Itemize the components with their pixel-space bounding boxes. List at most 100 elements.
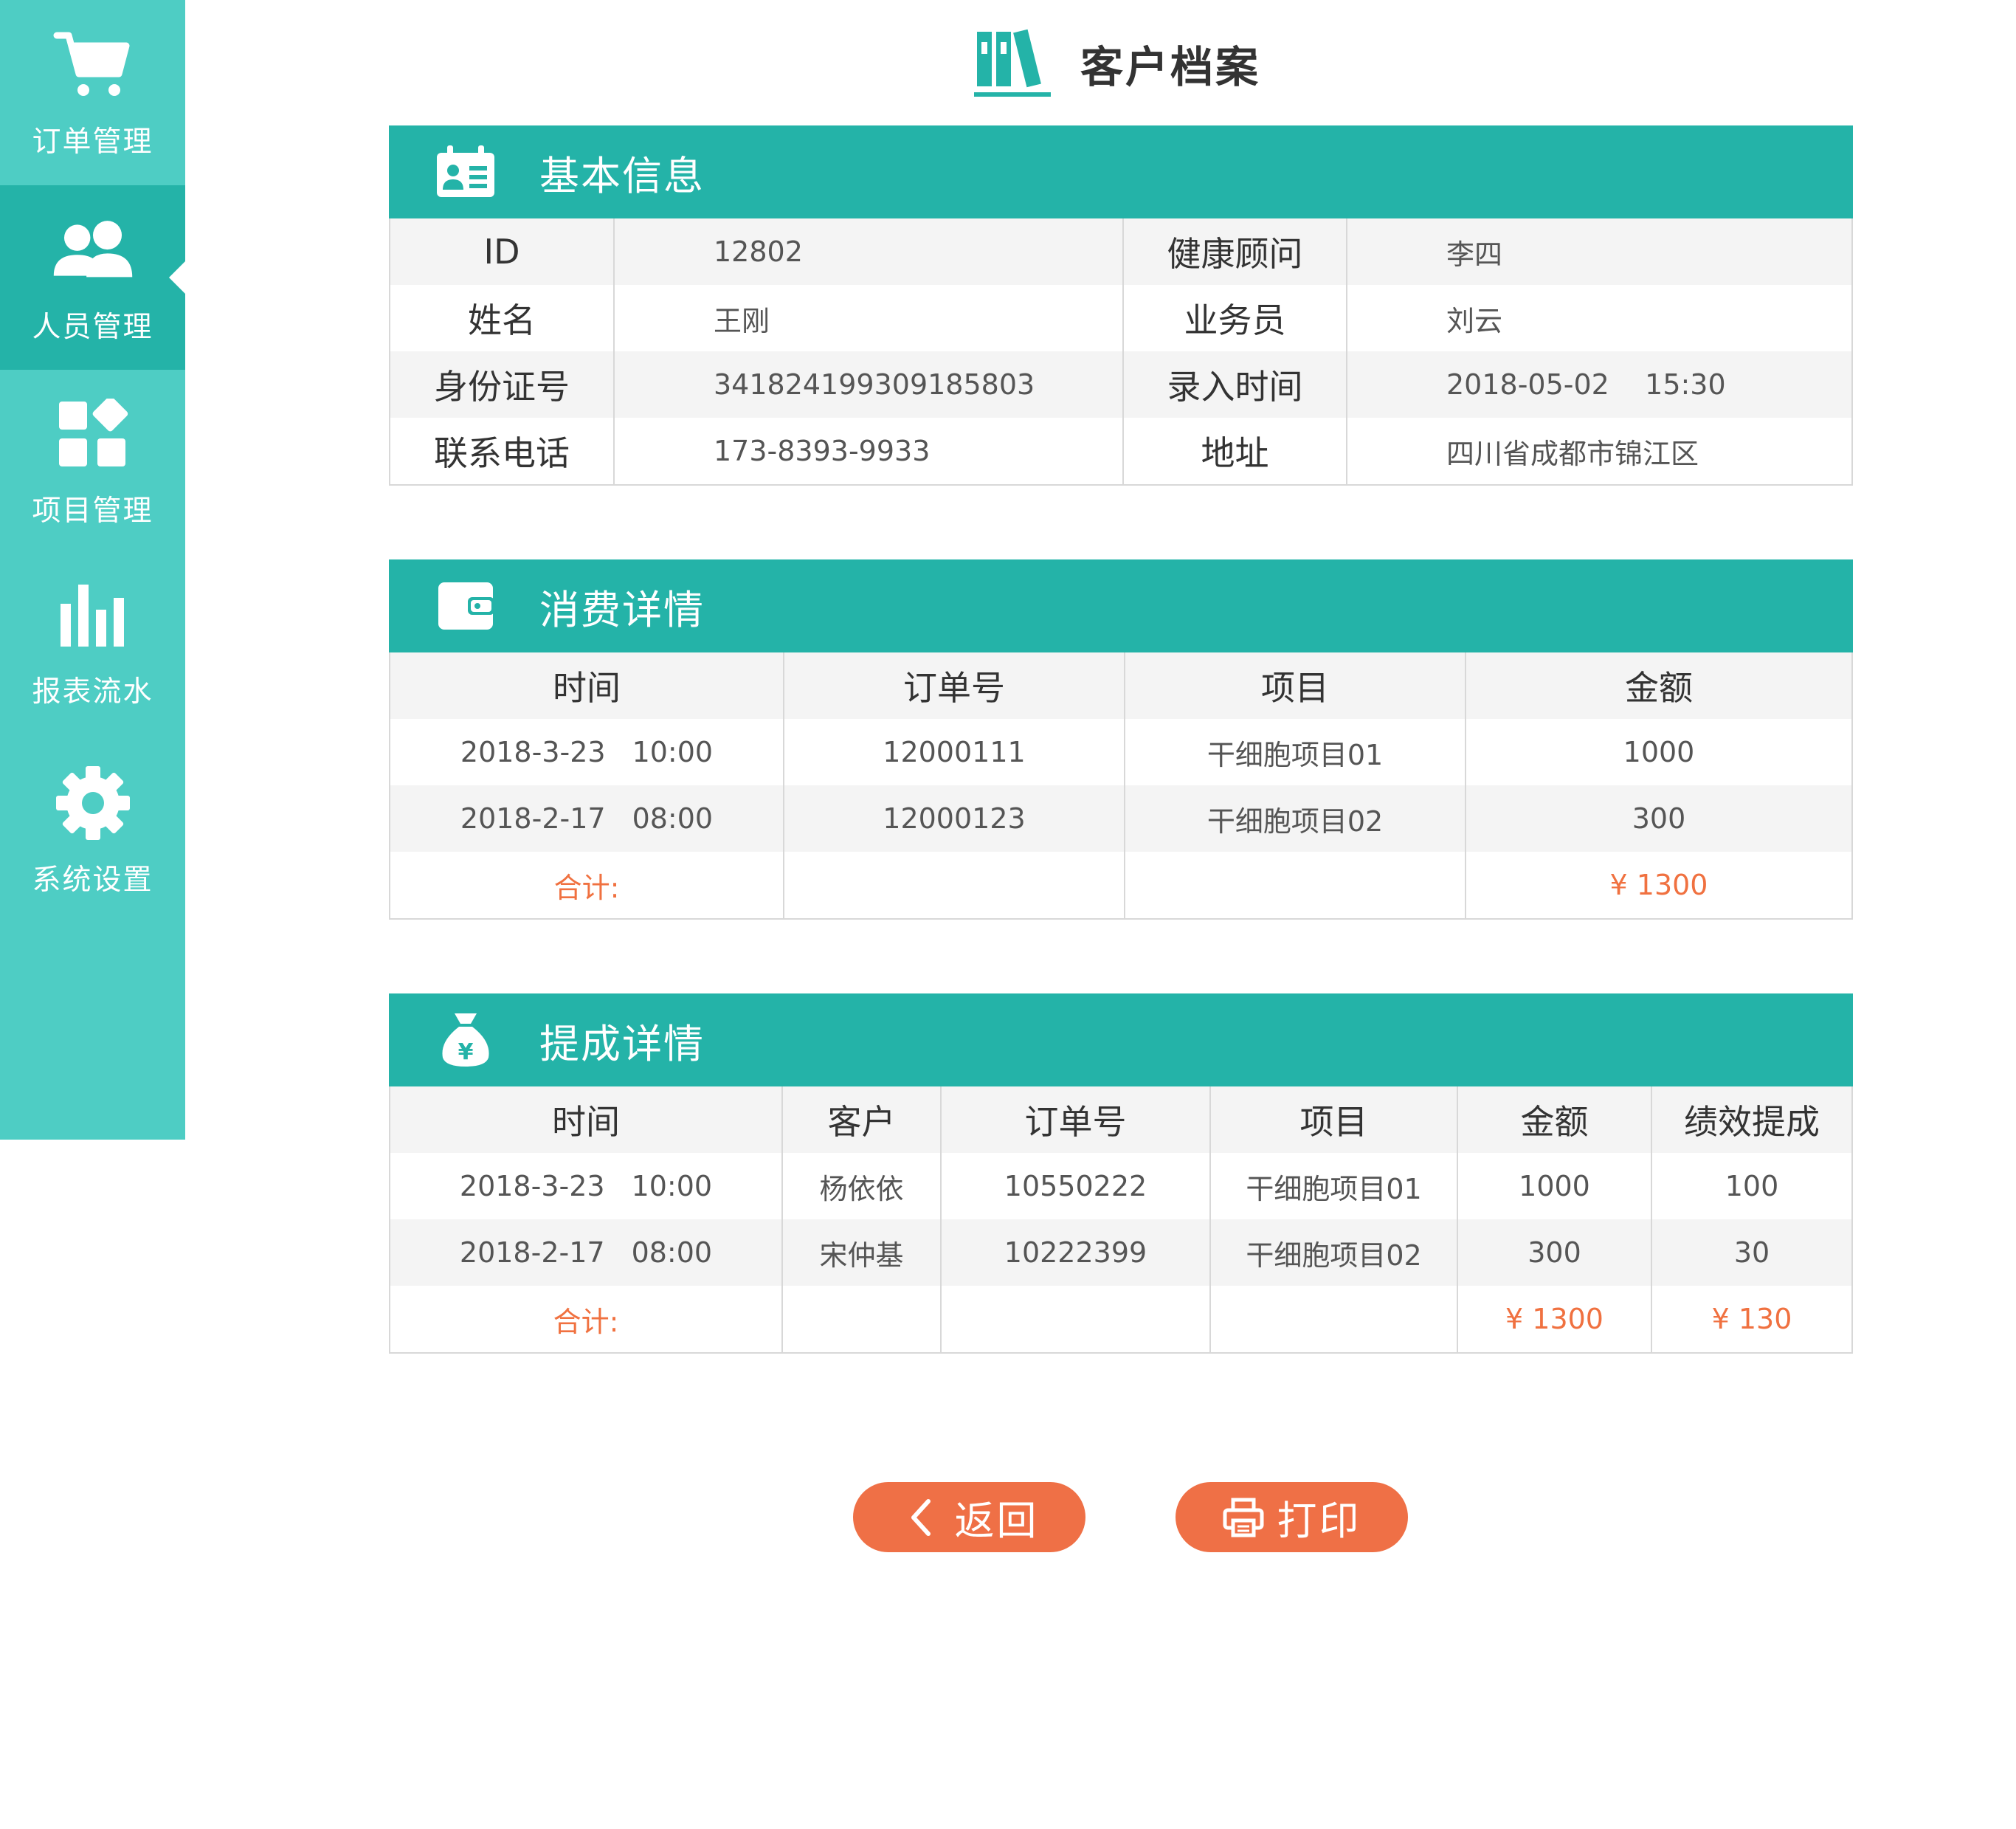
print-button[interactable]: 打印 — [1176, 1482, 1408, 1552]
table-row: 2018-2-17 08:00 12000123 干细胞项目02 300 — [390, 785, 1851, 852]
label-id-number: 身份证号 — [390, 351, 614, 418]
column-header: 金额 — [1465, 652, 1851, 719]
total-amount: ¥ 1300 — [1457, 1286, 1651, 1352]
commission-table: 时间 客户 订单号 项目 金额 绩效提成 2018-3-23 10:00 杨依依 … — [390, 1086, 1851, 1352]
panel-title: 提成详情 — [539, 1020, 705, 1067]
panel-title: 基本信息 — [539, 152, 705, 199]
cell-time: 2018-2-17 08:00 — [390, 785, 784, 852]
cart-icon — [52, 24, 134, 106]
sidebar-item-reports[interactable]: 报表流水 — [0, 550, 185, 734]
sidebar-item-projects[interactable]: 项目管理 — [0, 369, 185, 554]
cell-amount: 1000 — [1465, 719, 1851, 785]
table-row: 身份证号 341824199309185803 录入时间 2018-05-02 … — [390, 351, 1851, 418]
sidebar-item-staff[interactable]: 人员管理 — [0, 185, 185, 370]
table-total-row: 合计: ¥ 1300 — [390, 852, 1851, 918]
value-id: 12802 — [613, 218, 1123, 285]
back-button[interactable]: 返回 — [853, 1482, 1085, 1552]
cell-time: 2018-2-17 08:00 — [390, 1219, 782, 1286]
label-entry-time: 录入时间 — [1122, 351, 1347, 418]
chevron-left-icon — [900, 1497, 942, 1538]
commission-panel: ¥ 提成详情 时间 客户 订单号 项目 金额 绩效提成 2018-3-23 10:… — [389, 993, 1853, 1354]
empty-cell — [783, 852, 1125, 918]
basic-info-table: ID 12802 健康顾问 李四 姓名 王刚 业务员 刘云 身份证号 34182… — [390, 218, 1851, 484]
sidebar-item-label: 报表流水 — [32, 675, 153, 709]
sidebar-item-label: 人员管理 — [32, 311, 153, 344]
table-row: 姓名 王刚 业务员 刘云 — [390, 285, 1851, 351]
empty-cell — [781, 1286, 941, 1352]
table-header-row: 时间 客户 订单号 项目 金额 绩效提成 — [390, 1086, 1851, 1153]
empty-cell — [1124, 852, 1466, 918]
column-header: 项目 — [1124, 652, 1466, 719]
id-card-icon — [435, 141, 497, 203]
value-name: 王刚 — [613, 285, 1123, 351]
value-entry-time: 2018-05-02 15:30 — [1346, 351, 1851, 418]
column-header: 时间 — [390, 1086, 782, 1153]
consumption-panel: 消费详情 时间 订单号 项目 金额 2018-3-23 10:00 1200011… — [389, 559, 1853, 920]
sidebar-item-label: 订单管理 — [32, 125, 153, 159]
back-button-label: 返回 — [954, 1498, 1039, 1544]
users-icon — [52, 210, 134, 291]
table-row: 2018-2-17 08:00 宋仲基 10222399 干细胞项目02 300 … — [390, 1219, 1851, 1286]
cell-time: 2018-3-23 10:00 — [390, 719, 784, 785]
cell-commission: 100 — [1651, 1153, 1851, 1219]
label-phone: 联系电话 — [390, 418, 614, 484]
label-name: 姓名 — [390, 285, 614, 351]
cell-project: 干细胞项目02 — [1124, 785, 1466, 852]
value-health-advisor: 李四 — [1346, 218, 1851, 285]
total-commission: ¥ 130 — [1651, 1286, 1851, 1352]
panel-header: ¥ 提成详情 — [389, 993, 1853, 1086]
wallet-icon — [435, 575, 497, 637]
cell-project: 干细胞项目02 — [1209, 1219, 1457, 1286]
cell-amount: 300 — [1457, 1219, 1651, 1286]
label-id: ID — [390, 218, 614, 285]
print-button-label: 打印 — [1277, 1498, 1361, 1544]
apps-icon — [52, 393, 134, 475]
sidebar-item-settings[interactable]: 系统设置 — [0, 738, 185, 923]
cell-order: 10550222 — [940, 1153, 1210, 1219]
value-address: 四川省成都市锦江区 — [1346, 418, 1851, 484]
empty-cell — [940, 1286, 1210, 1352]
table-header-row: 时间 订单号 项目 金额 — [390, 652, 1851, 719]
table-row: 2018-3-23 10:00 杨依依 10550222 干细胞项目01 1000… — [390, 1153, 1851, 1219]
total-label: 合计: — [390, 852, 784, 918]
sidebar-item-label: 项目管理 — [32, 495, 153, 528]
column-header: 时间 — [390, 652, 784, 719]
table-row: ID 12802 健康顾问 李四 — [390, 218, 1851, 285]
table-row: 联系电话 173-8393-9933 地址 四川省成都市锦江区 — [390, 418, 1851, 484]
cell-commission: 30 — [1651, 1219, 1851, 1286]
panel-header: 消费详情 — [389, 559, 1853, 652]
cell-project: 干细胞项目01 — [1209, 1153, 1457, 1219]
cell-order: 10222399 — [940, 1219, 1210, 1286]
empty-cell — [1209, 1286, 1457, 1352]
table-total-row: 合计: ¥ 1300 ¥ 130 — [390, 1286, 1851, 1352]
page-title-text: 客户档案 — [1080, 42, 1261, 92]
sidebar: 订单管理 人员管理 项目管理 报表流水 系统设置 — [0, 0, 185, 1140]
cell-project: 干细胞项目01 — [1124, 719, 1466, 785]
label-address: 地址 — [1122, 418, 1347, 484]
column-header: 金额 — [1457, 1086, 1651, 1153]
binders-icon — [974, 29, 1051, 98]
cell-order: 12000123 — [783, 785, 1125, 852]
column-header: 订单号 — [783, 652, 1125, 719]
cell-customer: 杨依依 — [781, 1153, 941, 1219]
panel-header: 基本信息 — [389, 125, 1853, 218]
label-health-advisor: 健康顾问 — [1122, 218, 1347, 285]
printer-icon — [1223, 1497, 1264, 1538]
svg-text:¥: ¥ — [458, 1039, 474, 1065]
panel-title: 消费详情 — [539, 586, 705, 633]
cell-customer: 宋仲基 — [781, 1219, 941, 1286]
column-header: 订单号 — [940, 1086, 1210, 1153]
money-bag-icon: ¥ — [435, 1009, 497, 1071]
sidebar-item-orders[interactable]: 订单管理 — [0, 0, 185, 185]
cell-amount: 300 — [1465, 785, 1851, 852]
column-header: 项目 — [1209, 1086, 1457, 1153]
column-header: 客户 — [781, 1086, 941, 1153]
cell-order: 12000111 — [783, 719, 1125, 785]
value-id-number: 341824199309185803 — [613, 351, 1123, 418]
basic-info-panel: 基本信息 ID 12802 健康顾问 李四 姓名 王刚 业务员 刘云 身份证号 … — [389, 125, 1853, 486]
table-row: 2018-3-23 10:00 12000111 干细胞项目01 1000 — [390, 719, 1851, 785]
gear-icon — [52, 762, 134, 844]
total-label: 合计: — [390, 1286, 782, 1352]
cell-time: 2018-3-23 10:00 — [390, 1153, 782, 1219]
cell-amount: 1000 — [1457, 1153, 1651, 1219]
